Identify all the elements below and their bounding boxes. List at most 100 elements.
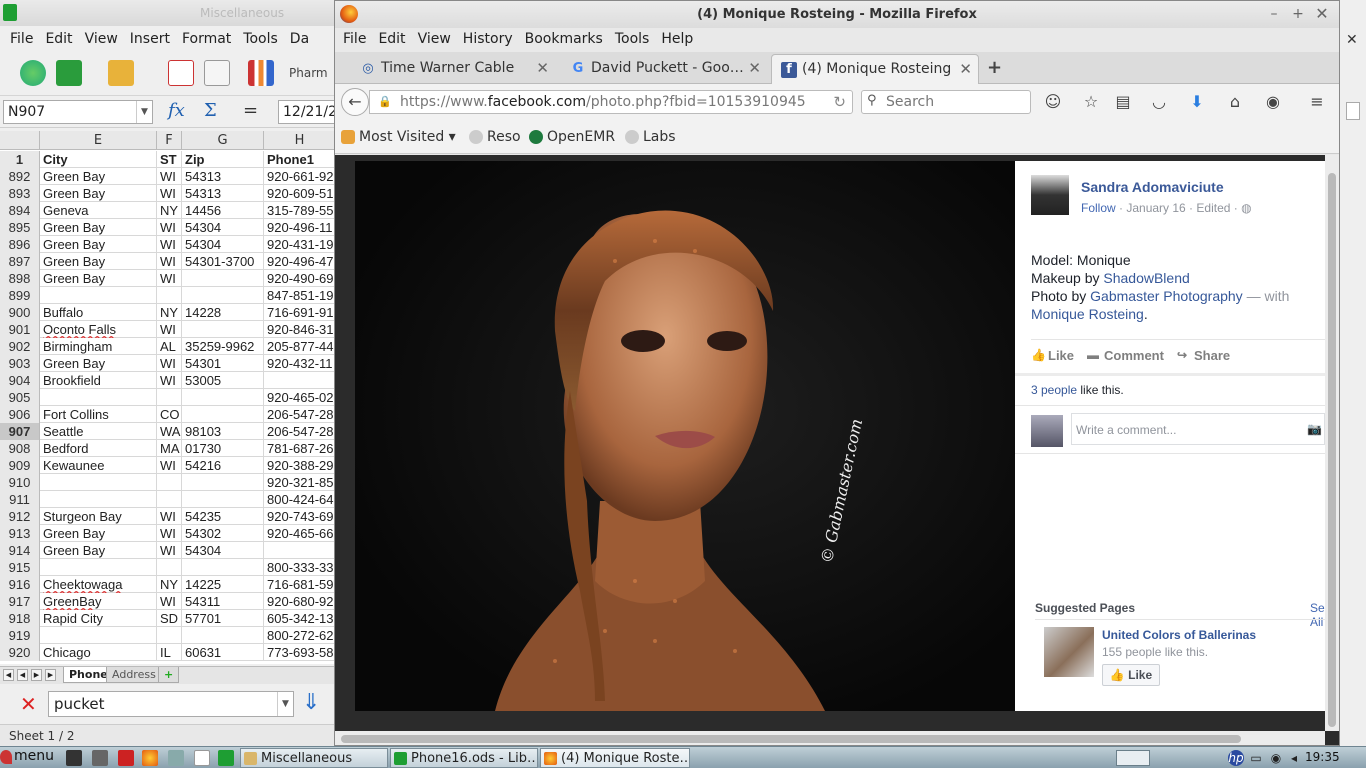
close-tab-icon[interactable]: ✕ — [536, 59, 549, 77]
cell-phone[interactable]: 716-681-59 — [264, 576, 336, 593]
cell-zip[interactable] — [182, 406, 264, 423]
reading-list-icon[interactable]: ▤ — [1113, 92, 1133, 112]
cell-zip[interactable] — [182, 474, 264, 491]
cell-zip[interactable]: 14456 — [182, 202, 264, 219]
cell-state[interactable]: SD — [157, 610, 182, 627]
cell-phone[interactable]: 847-851-19 — [264, 287, 336, 304]
cell-phone[interactable]: 920-388-29 — [264, 457, 336, 474]
cell-city[interactable]: Green Bay — [40, 270, 157, 287]
cell-city[interactable]: Kewaunee — [40, 457, 157, 474]
url-bar[interactable]: 🔒 https://www.facebook.com/photo.php?fbi… — [369, 90, 853, 114]
cell-state[interactable]: IL — [157, 644, 182, 661]
cell-phone[interactable]: 920-661-92 — [264, 168, 336, 185]
cell-city[interactable]: Seattle — [40, 423, 157, 440]
addon-icon[interactable]: ☺ — [1043, 92, 1063, 112]
tagged-person-link[interactable]: Monique Rosteing — [1031, 306, 1144, 322]
open-folder-icon[interactable] — [108, 60, 134, 86]
cell-city[interactable]: Buffalo — [40, 304, 157, 321]
background-dropdown[interactable] — [1346, 102, 1360, 120]
cell-phone[interactable]: 920-846-31 — [264, 321, 336, 338]
lock-icon[interactable]: 🔒 — [378, 95, 392, 108]
row-number[interactable]: 894 — [0, 202, 40, 219]
row-number[interactable]: 900 — [0, 304, 40, 321]
cell-zip[interactable]: 54235 — [182, 508, 264, 525]
row-number[interactable]: 908 — [0, 440, 40, 457]
close-icon[interactable]: ✕ — [1313, 5, 1331, 23]
cell-state[interactable]: WI — [157, 457, 182, 474]
cell-zip[interactable]: 14225 — [182, 576, 264, 593]
cell-city[interactable] — [40, 389, 157, 406]
menu-history[interactable]: History — [457, 28, 519, 52]
comment-input[interactable]: Write a comment... 📷 — [1071, 413, 1325, 445]
first-sheet-icon[interactable]: ◀ — [3, 669, 14, 681]
comment-action[interactable]: ▬ Comment — [1087, 348, 1164, 363]
bookmark-labs[interactable]: Labs — [625, 129, 676, 145]
chevron-down-icon[interactable]: ▼ — [277, 692, 293, 716]
writer-icon[interactable] — [194, 750, 210, 766]
bookmark-star-icon[interactable]: ☆ — [1081, 92, 1101, 112]
cell-state[interactable]: ST — [157, 151, 182, 168]
cell-zip[interactable]: 54302 — [182, 525, 264, 542]
cell-city[interactable]: Sturgeon Bay — [40, 508, 157, 525]
volume-icon[interactable]: ◂ — [1286, 750, 1302, 766]
cell-state[interactable]: WI — [157, 185, 182, 202]
bookmark-reso[interactable]: Reso — [469, 129, 521, 145]
cell-phone[interactable]: 315-789-55 — [264, 202, 336, 219]
calc-menu-file[interactable]: File — [4, 26, 39, 52]
formula-equals-icon[interactable]: = — [243, 100, 258, 121]
cell-city[interactable]: Green Bay — [40, 219, 157, 236]
cell-phone[interactable]: 800-333-33 — [264, 559, 336, 576]
row-number[interactable]: 920 — [0, 644, 40, 661]
task-firefox[interactable]: (4) Monique Roste… — [540, 748, 690, 768]
cell-state[interactable]: WI — [157, 236, 182, 253]
cell-zip[interactable]: 54313 — [182, 185, 264, 202]
column-header-g[interactable]: G — [182, 131, 264, 150]
row-number[interactable]: 909 — [0, 457, 40, 474]
close-icon[interactable]: ✕ — [1346, 32, 1358, 48]
row-number[interactable]: 903 — [0, 355, 40, 372]
cell-phone[interactable]: 206-547-28 — [264, 423, 336, 440]
row-number[interactable]: 1 — [0, 151, 40, 168]
cell-zip[interactable]: 01730 — [182, 440, 264, 457]
row-number[interactable]: 904 — [0, 372, 40, 389]
cell-city[interactable]: Fort Collins — [40, 406, 157, 423]
row-number[interactable]: 902 — [0, 338, 40, 355]
files-icon[interactable] — [168, 750, 184, 766]
add-sheet-icon[interactable]: + — [158, 667, 180, 683]
cell-city[interactable] — [40, 474, 157, 491]
cell-zip[interactable] — [182, 270, 264, 287]
cell-city[interactable]: Green Bay — [40, 185, 157, 202]
suggested-page-name[interactable]: United Colors of Ballerinas — [1102, 628, 1256, 642]
cell-city[interactable]: Oconto Falls — [40, 321, 157, 338]
follow-link[interactable]: Follow — [1081, 201, 1116, 215]
cell-zip[interactable] — [182, 491, 264, 508]
menu-tools[interactable]: Tools — [609, 28, 656, 52]
column-header-e[interactable]: E — [40, 131, 157, 150]
cell-phone[interactable]: 920-465-02 — [264, 389, 336, 406]
cell-phone[interactable]: 920-431-19 — [264, 236, 336, 253]
cell-city[interactable]: City — [40, 151, 157, 168]
cell-zip[interactable]: 57701 — [182, 610, 264, 627]
cell-city[interactable] — [40, 287, 157, 304]
cell-state[interactable]: WI — [157, 508, 182, 525]
corner-cell[interactable] — [0, 131, 40, 150]
cell-phone[interactable] — [264, 542, 336, 559]
cell-city[interactable]: Geneva — [40, 202, 157, 219]
pocket-icon[interactable]: ◡ — [1149, 92, 1169, 112]
horizontal-scrollbar[interactable] — [335, 731, 1325, 745]
camera-icon[interactable]: 📷 — [1307, 422, 1322, 436]
prev-sheet-icon[interactable]: ◀ — [17, 669, 28, 681]
likers-link[interactable]: 3 people — [1031, 383, 1077, 397]
bookmark-most-visited[interactable]: Most Visited ▾ — [341, 129, 456, 145]
find-input[interactable]: pucket ▼ — [48, 691, 294, 717]
cell-state[interactable]: WI — [157, 372, 182, 389]
tab-monique-rosteing[interactable]: f (4) Monique Rosteing ✕ — [771, 54, 979, 84]
cell-zip[interactable]: 60631 — [182, 644, 264, 661]
cell-zip[interactable] — [182, 559, 264, 576]
formula-input[interactable]: 12/21/2 — [278, 100, 336, 124]
cell-state[interactable]: CO — [157, 406, 182, 423]
minimize-icon[interactable]: – — [1265, 5, 1283, 23]
battery-icon[interactable]: ▭ — [1248, 750, 1264, 766]
makeup-link[interactable]: ShadowBlend — [1103, 270, 1189, 286]
row-number[interactable]: 919 — [0, 627, 40, 644]
